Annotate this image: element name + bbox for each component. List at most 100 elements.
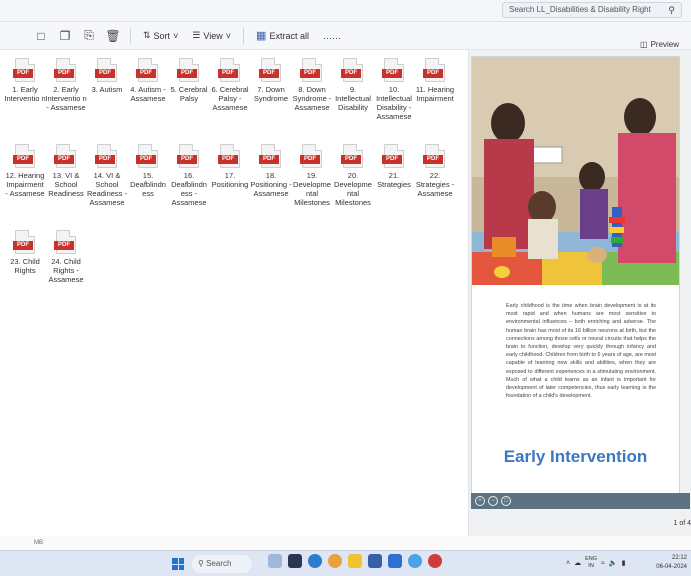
extract-icon: ▦ (256, 30, 267, 42)
file-item[interactable]: PDF 20. Developme ntal Milestones (332, 144, 374, 207)
file-name: 8. Down Syndrome - Assamese (292, 85, 332, 112)
file-item[interactable]: PDF 19. Developme ntal Milestones (291, 144, 333, 207)
toolbar: □ ❐ ⎘ 🗑 ⇅ Sort ˅ ☰ View ˅ ▦ Extract all … (0, 22, 691, 50)
pdf-file-icon: PDF (423, 144, 445, 168)
pdf-tag: PDF (136, 155, 156, 164)
file-name: 16. Deafblindn ess - Assamese (171, 171, 207, 207)
pdf-tag: PDF (382, 69, 402, 78)
page-count: 1 of 4 (673, 520, 691, 527)
file-item[interactable]: PDF 11. Hearing Impairment (414, 58, 456, 103)
file-item[interactable]: PDF 23. Child Rights (4, 230, 46, 275)
file-item[interactable]: PDF 7. Down Syndrome (250, 58, 292, 103)
pdf-tag: PDF (13, 155, 33, 164)
pdf-tag: PDF (13, 69, 33, 78)
sort-icon: ⇅ (143, 30, 151, 40)
delete-icon[interactable]: 🗑 (102, 26, 124, 46)
pdf-file-icon: PDF (259, 58, 281, 82)
navigation-pane-edge (0, 50, 22, 536)
chevron-down-icon: ˅ (173, 30, 179, 41)
status-bar: MB (0, 536, 691, 550)
file-item[interactable]: PDF 18. Positioning - Assamese (250, 144, 292, 198)
outlook-icon[interactable] (388, 554, 402, 568)
chevron-up-icon[interactable]: ˄ (566, 560, 570, 567)
store-icon[interactable] (368, 554, 382, 568)
file-item[interactable]: PDF 1. Early Interventio n (4, 58, 46, 103)
preview-controls: + − □ (471, 493, 690, 509)
file-item[interactable]: PDF 3. Autism (86, 58, 128, 94)
extract-all-button[interactable]: ▦ Extract all (250, 26, 315, 46)
file-name: 20. Developme ntal Milestones (334, 171, 372, 207)
file-item[interactable]: PDF 13. VI & School Readiness (45, 144, 87, 198)
copy-icon[interactable]: ❐ (54, 26, 76, 46)
file-name: 24. Child Rights - Assamese (48, 257, 84, 284)
file-name: 3. Autism (91, 85, 123, 94)
media-icon[interactable] (428, 554, 442, 568)
search-icon: ⚲ (198, 559, 204, 568)
pdf-file-icon: PDF (218, 58, 240, 82)
file-item[interactable]: PDF 24. Child Rights - Assamese (45, 230, 87, 284)
file-item[interactable]: PDF 6. Cerebral Palsy - Assamese (209, 58, 251, 112)
toolbar-divider (130, 27, 131, 44)
chrome-icon[interactable] (328, 554, 342, 568)
pdf-file-icon: PDF (177, 58, 199, 82)
more-options-button[interactable]: …… (317, 26, 347, 46)
pdf-tag: PDF (177, 69, 197, 78)
title-strip: Search LL_Disabilities & Disability Righ… (0, 0, 691, 22)
preview-icon: ◫ (640, 40, 648, 49)
zoom-out-icon[interactable]: − (488, 496, 498, 506)
file-item[interactable]: PDF 12. Hearing Impairment - Assamese (4, 144, 46, 198)
widgets-icon[interactable] (268, 554, 282, 568)
battery-icon[interactable]: ▮ (622, 559, 626, 567)
clock[interactable]: 22:12 06-04-2024 (656, 554, 687, 572)
edge-icon[interactable] (308, 554, 322, 568)
file-item[interactable]: PDF 8. Down Syndrome - Assamese (291, 58, 333, 112)
file-item[interactable]: PDF 14. VI & School Readiness - Assamese (86, 144, 128, 207)
preview-toggle[interactable]: ◫ Preview (640, 40, 679, 49)
sort-button[interactable]: ⇅ Sort ˅ (137, 26, 184, 46)
view-button[interactable]: ☰ View ˅ (186, 26, 237, 46)
file-item[interactable]: PDF 9. Intellectual Disability (332, 58, 374, 112)
wifi-icon[interactable]: ≈ (601, 560, 605, 567)
file-explorer-icon[interactable] (348, 554, 362, 568)
app-icon[interactable] (408, 554, 422, 568)
status-text: MB (34, 540, 43, 546)
file-name: 13. VI & School Readiness (48, 171, 84, 198)
search-icon[interactable]: ⚲ (668, 3, 675, 17)
taskbar-search-label: Search (206, 559, 232, 568)
pdf-tag: PDF (341, 69, 361, 78)
cloud-icon[interactable]: ☁ (574, 559, 581, 567)
file-item[interactable]: PDF 4. Autism - Assamese (127, 58, 169, 103)
file-name: 11. Hearing Impairment (415, 85, 455, 103)
language-indicator[interactable]: ENG IN (585, 556, 597, 570)
fit-page-icon[interactable]: □ (501, 496, 511, 506)
file-item[interactable]: PDF 21. Strategies (373, 144, 415, 189)
pdf-file-icon: PDF (13, 230, 35, 254)
file-item[interactable]: PDF 5. Cerebral Palsy (168, 58, 210, 103)
taskbar-search[interactable]: ⚲ Search (192, 555, 252, 573)
pdf-file-icon: PDF (177, 144, 199, 168)
lang-label: ENG (585, 556, 598, 562)
pdf-file-icon: PDF (341, 58, 363, 82)
zoom-in-icon[interactable]: + (475, 496, 485, 506)
file-name: 4. Autism - Assamese (130, 85, 166, 103)
paste-icon[interactable]: ⎘ (78, 26, 100, 46)
task-view-icon[interactable] (288, 554, 302, 568)
file-item[interactable]: PDF 17. Positioning (209, 144, 251, 189)
file-item[interactable]: PDF 10. Intellectual Disability - Assames… (373, 58, 415, 121)
pdf-tag: PDF (54, 69, 74, 78)
pdf-file-icon: PDF (423, 58, 445, 82)
file-name: 21. Strategies (377, 171, 411, 189)
file-name: 1. Early Interventio n (4, 85, 46, 103)
pdf-tag: PDF (136, 69, 156, 78)
start-button[interactable] (172, 558, 184, 570)
file-item[interactable]: PDF 15. Deafblindn ess (127, 144, 169, 198)
file-name: 23. Child Rights (10, 257, 40, 275)
file-name: 18. Positioning - Assamese (250, 171, 292, 198)
new-folder-icon[interactable]: □ (30, 26, 52, 46)
file-item[interactable]: PDF 2. Early Interventio n - Assamese (45, 58, 87, 112)
cover-photo (472, 57, 679, 285)
search-box[interactable]: Search LL_Disabilities & Disability Righ… (502, 2, 682, 18)
file-item[interactable]: PDF 16. Deafblindn ess - Assamese (168, 144, 210, 207)
file-item[interactable]: PDF 22. Strategies - Assamese (414, 144, 456, 198)
volume-icon[interactable]: 🔈 (609, 559, 618, 567)
